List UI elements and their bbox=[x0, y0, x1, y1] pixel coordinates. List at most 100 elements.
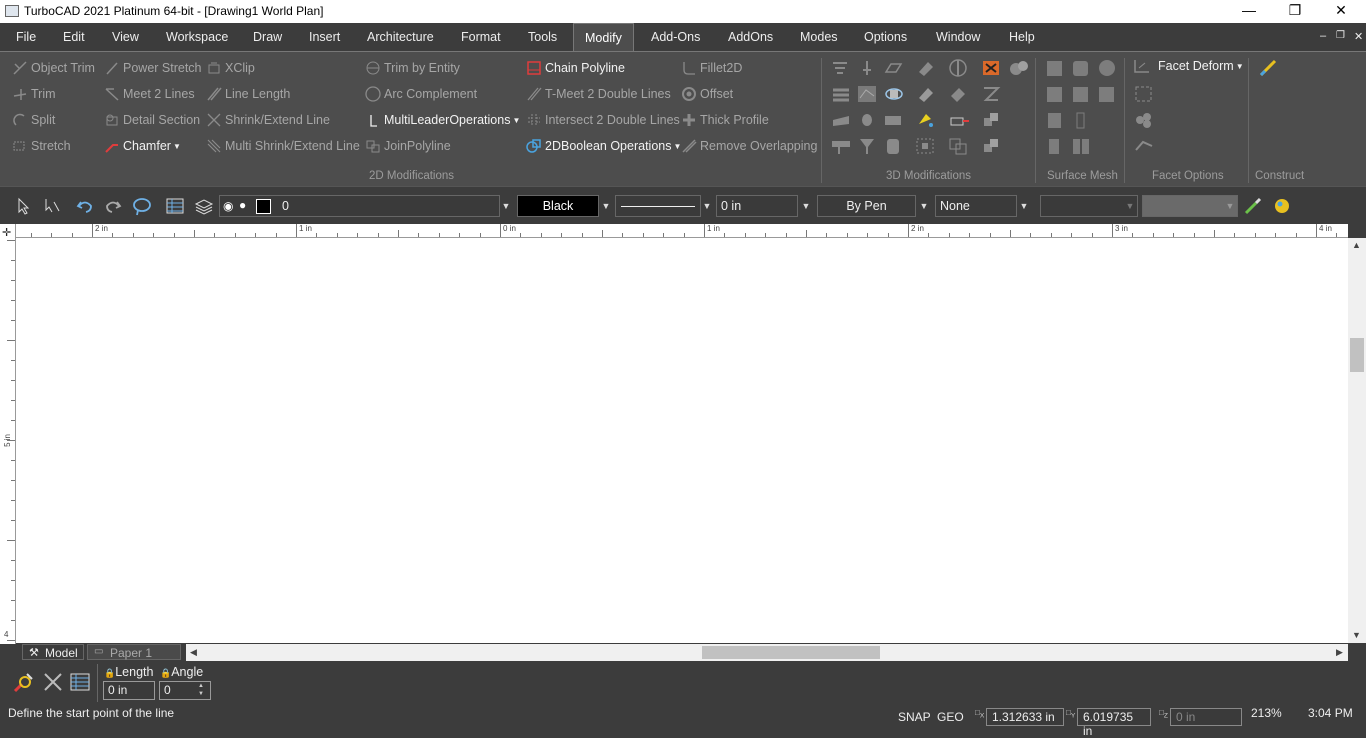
snap-tool-icon[interactable] bbox=[12, 671, 36, 695]
construct-pencil-icon[interactable] bbox=[1258, 58, 1280, 78]
3d-tool-slice-icon[interactable] bbox=[947, 58, 969, 78]
vertical-scroll-thumb[interactable] bbox=[1350, 338, 1364, 372]
meet-2-lines-button[interactable]: Meet 2 Lines bbox=[104, 83, 195, 105]
3d-tool-shell-icon[interactable] bbox=[830, 110, 852, 130]
3d-tool-surface-icon[interactable] bbox=[856, 84, 878, 104]
stretch-button[interactable]: Stretch bbox=[12, 135, 71, 157]
redo-icon[interactable] bbox=[103, 196, 123, 216]
close-button[interactable]: ✕ bbox=[1318, 0, 1364, 23]
facet-select-icon[interactable] bbox=[1133, 84, 1155, 104]
3d-tool-rotate-icon[interactable] bbox=[884, 84, 906, 104]
fillet2d-button[interactable]: Fillet2D bbox=[681, 57, 742, 79]
color-dropdown-icon[interactable]: ▼ bbox=[598, 195, 614, 217]
facet-deform-button[interactable]: Facet Deform ▼ bbox=[1133, 55, 1244, 77]
surface-mesh-box-icon[interactable] bbox=[1044, 84, 1066, 104]
eyedropper-icon[interactable] bbox=[1243, 196, 1263, 216]
menu-format[interactable]: Format bbox=[461, 30, 501, 44]
3d-tool-cubes-icon[interactable] bbox=[980, 110, 1002, 130]
3d-tool-paint-icon[interactable] bbox=[914, 110, 936, 130]
3d-tool-extrude-icon[interactable] bbox=[856, 58, 878, 78]
length-input[interactable]: 0 in bbox=[103, 681, 155, 700]
tab-model[interactable]: ⚒ Model bbox=[22, 644, 84, 660]
surface-mesh-box2-icon[interactable] bbox=[1070, 84, 1092, 104]
menu-add-ons[interactable]: Add-Ons bbox=[651, 30, 700, 44]
pen-select[interactable]: By Pen bbox=[817, 195, 916, 217]
arc-complement-button[interactable]: Arc Complement bbox=[365, 83, 477, 105]
minimize-button[interactable]: — bbox=[1226, 0, 1272, 23]
mdi-minimize-button[interactable]: – bbox=[1320, 30, 1326, 42]
menu-options[interactable]: Options bbox=[864, 30, 907, 44]
menu-modify[interactable]: Modify bbox=[573, 23, 634, 52]
join-polyline-button[interactable]: JoinPolyline bbox=[365, 135, 451, 157]
linewidth-dropdown-icon[interactable]: ▼ bbox=[798, 195, 814, 217]
linestyle-dropdown-icon[interactable]: ▼ bbox=[699, 195, 715, 217]
surface-mesh-cube-icon[interactable] bbox=[1044, 58, 1066, 78]
2d-boolean-operations-button[interactable]: 2DBoolean Operations ▼ bbox=[526, 135, 681, 157]
ruler-origin-icon[interactable]: ✛ bbox=[2, 226, 11, 239]
vertical-scrollbar[interactable]: ▲ ▼ bbox=[1348, 238, 1366, 643]
linestyle-select[interactable] bbox=[615, 195, 701, 217]
3d-tool-layers-icon[interactable] bbox=[830, 84, 852, 104]
detail-section-button[interactable]: Detail Section bbox=[104, 109, 200, 131]
x-coordinate-field[interactable]: 1.312633 in bbox=[986, 708, 1064, 726]
split-button[interactable]: Split bbox=[12, 109, 55, 131]
xclip-button[interactable]: XClip bbox=[206, 57, 255, 79]
shrink-extend-line-button[interactable]: Shrink/Extend Line bbox=[206, 109, 330, 131]
3d-tool-hammer-icon[interactable] bbox=[830, 136, 852, 156]
pen-dropdown-icon[interactable]: ▼ bbox=[916, 195, 932, 217]
chamfer-button[interactable]: Chamfer ▼ bbox=[104, 135, 181, 157]
z-coordinate-field[interactable]: 0 in bbox=[1170, 708, 1242, 726]
scroll-down-icon[interactable]: ▼ bbox=[1352, 630, 1361, 640]
lasso-select-icon[interactable] bbox=[132, 196, 152, 216]
trim-by-entity-button[interactable]: Trim by Entity bbox=[365, 57, 460, 79]
surface-mesh-slab-icon[interactable] bbox=[1044, 136, 1066, 156]
3d-tool-funnel-icon[interactable] bbox=[856, 136, 878, 156]
drawing-canvas[interactable] bbox=[16, 238, 1348, 643]
3d-tool-revolve-icon[interactable] bbox=[856, 110, 878, 130]
menu-help[interactable]: Help bbox=[1009, 30, 1035, 44]
layers-icon[interactable] bbox=[194, 196, 214, 216]
scroll-left-icon[interactable]: ◀ bbox=[190, 647, 197, 658]
3d-tool-cylinder-icon[interactable] bbox=[882, 136, 904, 156]
3d-tool-spheres-icon[interactable] bbox=[1008, 58, 1030, 78]
line-length-button[interactable]: Line Length bbox=[206, 83, 290, 105]
menu-architecture[interactable]: Architecture bbox=[367, 30, 434, 44]
layer-dropdown-icon[interactable]: ▼ bbox=[498, 195, 514, 217]
menu-view[interactable]: View bbox=[112, 30, 139, 44]
scroll-right-icon[interactable]: ▶ bbox=[1336, 647, 1343, 658]
facet-cluster-icon[interactable] bbox=[1133, 110, 1155, 130]
multileader-operations-button[interactable]: MultiLeaderOperations ▼ bbox=[365, 109, 520, 131]
menu-modes[interactable]: Modes bbox=[800, 30, 838, 44]
horizontal-scroll-thumb[interactable] bbox=[702, 646, 880, 659]
offset-button[interactable]: Offset bbox=[681, 83, 733, 105]
3d-tool-chamfer-edge-icon[interactable] bbox=[914, 84, 936, 104]
3d-tool-fillet-edge-icon[interactable] bbox=[914, 58, 936, 78]
menu-workspace[interactable]: Workspace bbox=[166, 30, 228, 44]
power-stretch-button[interactable]: Power Stretch bbox=[104, 57, 202, 79]
zoom-level[interactable]: 213% bbox=[1251, 706, 1282, 720]
3d-tool-explode-icon[interactable] bbox=[980, 58, 1002, 78]
trim-button[interactable]: Trim bbox=[12, 83, 56, 105]
3d-tool-taper-icon[interactable] bbox=[947, 84, 969, 104]
select-arrow-icon[interactable] bbox=[14, 196, 34, 216]
surface-mesh-box3-icon[interactable] bbox=[1096, 84, 1118, 104]
angle-spinner-icon[interactable]: ▲ ▼ bbox=[198, 682, 204, 698]
cancel-icon[interactable] bbox=[42, 671, 64, 693]
menu-window[interactable]: Window bbox=[936, 30, 980, 44]
geo-toggle[interactable]: GEO bbox=[937, 710, 964, 724]
material-sphere-icon[interactable] bbox=[1271, 196, 1291, 216]
surface-mesh-rounded-cube-icon[interactable] bbox=[1070, 58, 1092, 78]
t-meet-2-double-lines-button[interactable]: T-Meet 2 Double Lines bbox=[526, 83, 671, 105]
menu-tools[interactable]: Tools bbox=[528, 30, 557, 44]
menu-edit[interactable]: Edit bbox=[63, 30, 85, 44]
3d-tool-push-pull-icon[interactable] bbox=[949, 110, 971, 130]
y-coordinate-field[interactable]: 6.019735 in bbox=[1077, 708, 1151, 738]
mdi-close-button[interactable]: ✕ bbox=[1354, 30, 1363, 43]
3d-tool-cube-stack-icon[interactable] bbox=[980, 136, 1002, 156]
surface-mesh-sphere-icon[interactable] bbox=[1096, 58, 1118, 78]
horizontal-scrollbar[interactable]: ◀ ▶ bbox=[186, 644, 1348, 661]
restore-button[interactable]: ❐ bbox=[1272, 0, 1318, 23]
mdi-restore-button[interactable]: ❐ bbox=[1336, 30, 1345, 41]
remove-overlapping-button[interactable]: Remove Overlapping bbox=[681, 135, 817, 157]
surface-mesh-panel-icon[interactable] bbox=[1044, 110, 1066, 130]
